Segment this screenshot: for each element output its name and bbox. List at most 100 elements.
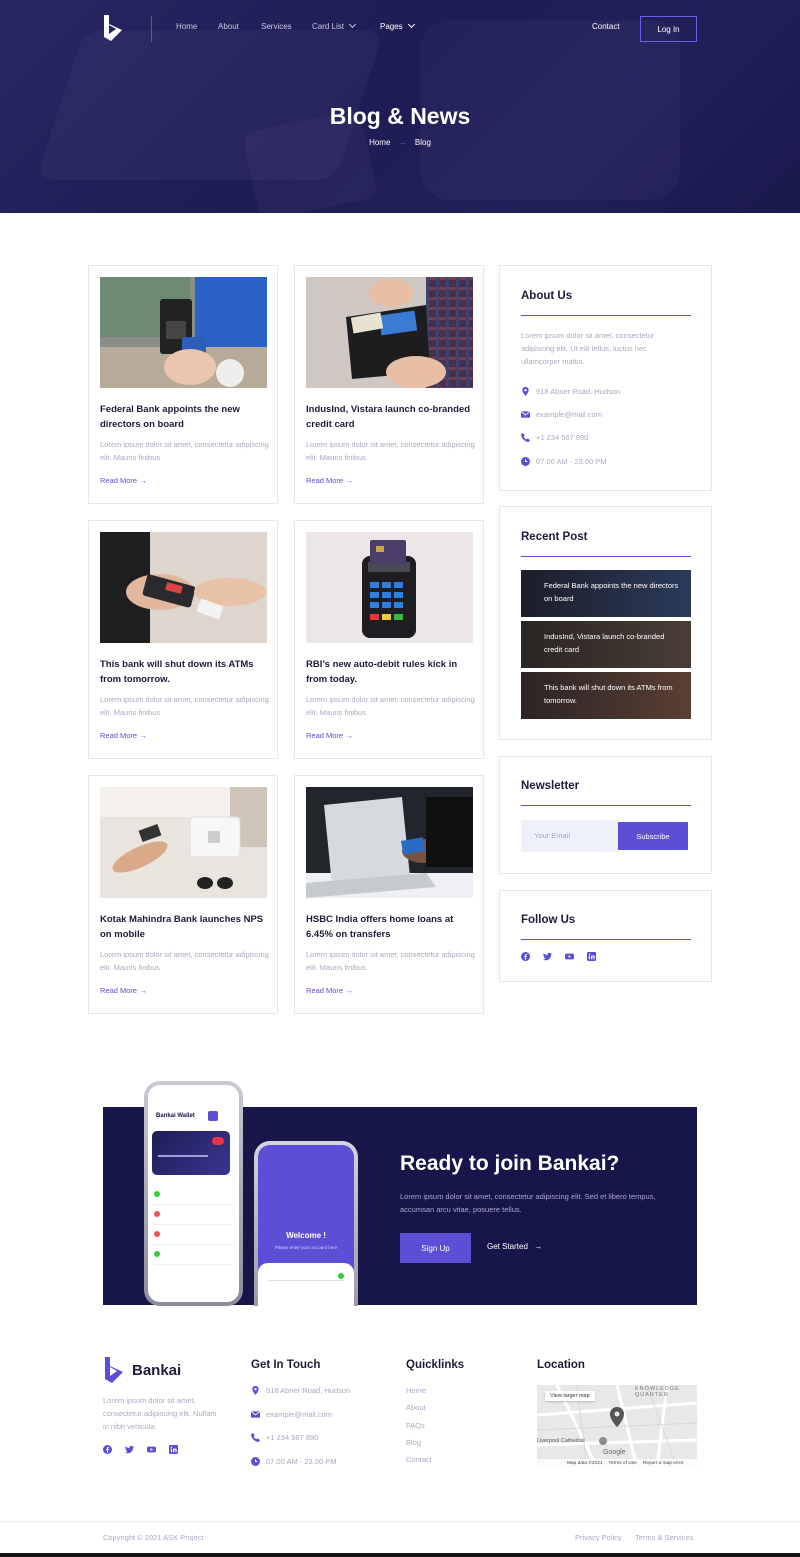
nav-home[interactable]: Home [176,22,197,31]
location-map[interactable]: View larger map KNOWLEDGE QUARTER Liverp… [537,1385,697,1468]
breadcrumb-home[interactable]: Home [369,138,390,147]
map-terms-link[interactable]: Terms of Use [609,1461,637,1466]
phone-mockup-wallet: Bankai Wallet [144,1081,243,1306]
phone-form-panel [258,1263,354,1306]
cta-text: Lorem ipsum dolor sit amet, consectetur … [400,1192,656,1214]
linkedin-icon[interactable] [587,952,596,961]
post-excerpt: Lorem ipsum dolor sit amet, consectetur … [306,950,475,972]
map-attribution: Map data ©2021 Terms of Use Report a map… [537,1459,697,1468]
terms-services-link[interactable]: Terms & Services [635,1533,693,1542]
nav-card-list[interactable]: Card List [312,20,357,31]
nav-about[interactable]: About [218,22,239,31]
breadcrumb-current: Blog [414,138,431,147]
post-image[interactable] [306,532,473,643]
subscribe-button[interactable]: Subscribe [618,822,688,850]
follow-title: Follow Us [521,914,576,926]
read-more-link[interactable]: Read More → [306,986,353,995]
arrow-right-icon: → [345,476,353,485]
arrow-right-icon: → [139,731,147,740]
post-title[interactable]: IndusInd, Vistara launch co-branded cred… [306,402,476,432]
title-underline [521,315,691,316]
newsletter-email-input[interactable]: Your Email [521,820,618,852]
post-title[interactable]: Kotak Mahindra Bank launches NPS on mobi… [100,912,270,942]
post-image[interactable] [100,532,267,643]
post-image[interactable] [100,787,267,898]
location-pin-icon [522,387,529,396]
newsletter-title: Newsletter [521,780,580,792]
quicklink-contact[interactable]: Contact [406,1455,432,1464]
quicklink-faqs[interactable]: FAQs [406,1421,425,1430]
map-report-link[interactable]: Report a map error [643,1461,684,1466]
post-title[interactable]: This bank will shut down its ATMs from t… [100,657,270,687]
title-underline [521,556,691,557]
post-excerpt: Lorem ipsum dolor sit amet, consectetur … [100,950,269,972]
post-image[interactable] [306,787,473,898]
logo-icon[interactable] [102,15,126,41]
facebook-icon[interactable] [103,1445,112,1454]
blog-card[interactable]: RBI’s new auto-debit rules kick in from … [294,520,484,759]
about-email[interactable]: example@mail.com [521,410,602,419]
quicklink-blog[interactable]: Blog [406,1438,421,1447]
blog-card[interactable]: Kotak Mahindra Bank launches NPS on mobi… [88,775,278,1014]
nav-divider [151,16,152,42]
read-more-link[interactable]: Read More → [100,731,147,740]
location-title: Location [537,1359,585,1371]
footer-logo-icon[interactable] [103,1357,127,1383]
twitter-icon[interactable] [125,1445,134,1454]
recent-title: Recent Post [521,531,588,543]
nav-pages[interactable]: Pages [380,20,415,31]
quicklink-about[interactable]: About [406,1403,426,1412]
phone-mockup-welcome: Welcome ! Please enter your account here [254,1141,358,1306]
arrow-right-icon: → [398,138,407,147]
footer-email[interactable]: example@mail.com [251,1410,332,1419]
read-more-link[interactable]: Read More → [100,986,147,995]
quicklink-home[interactable]: Home [406,1386,426,1395]
recent-post-item[interactable]: This bank will shut down its ATMs from t… [521,672,691,719]
youtube-icon[interactable] [565,952,574,961]
view-larger-map-link[interactable]: View larger map [545,1391,595,1401]
arrow-right-icon: → [139,476,147,485]
blog-card[interactable]: IndusInd, Vistara launch co-branded cred… [294,265,484,504]
facebook-icon[interactable] [521,952,530,961]
read-more-link[interactable]: Read More → [100,476,147,485]
linkedin-icon[interactable] [169,1445,178,1454]
sign-up-button[interactable]: Sign Up [400,1233,471,1263]
blog-card[interactable]: HSBC India offers home loans at 6.45% on… [294,775,484,1014]
phone-welcome-text: Welcome ! [286,1231,326,1240]
post-image[interactable] [100,277,267,388]
post-title[interactable]: HSBC India offers home loans at 6.45% on… [306,912,476,942]
mail-icon [521,410,530,418]
nav-services[interactable]: Services [261,22,292,31]
footer-divider [0,1521,800,1522]
post-title[interactable]: Federal Bank appoints the new directors … [100,402,270,432]
read-more-link[interactable]: Read More → [306,476,353,485]
twitter-icon[interactable] [543,952,552,961]
phone-transaction-list [154,1185,232,1295]
recent-post-widget: Recent Post Federal Bank appoints the ne… [499,506,712,740]
youtube-icon[interactable] [147,1445,156,1454]
login-button[interactable]: Log In [640,16,697,42]
post-excerpt: Lorem ipsum dolor sit amet, consectetur … [100,440,269,462]
nav-contact[interactable]: Contact [592,22,620,31]
phone-screen: Welcome ! Please enter your account here [258,1145,354,1306]
clock-icon [521,457,530,466]
read-more-link[interactable]: Read More → [306,731,353,740]
breadcrumb: Home → Blog [0,138,800,147]
post-image[interactable] [306,277,473,388]
phone-welcome-sub: Please enter your account here [274,1245,338,1250]
blog-card[interactable]: This bank will shut down its ATMs from t… [88,520,278,759]
footer-email-text: example@mail.com [266,1410,332,1419]
privacy-policy-link[interactable]: Privacy Policy [575,1533,622,1542]
recent-post-text: Federal Bank appoints the new directors … [544,581,679,603]
phone-app-logo [208,1111,218,1121]
footer-phone-text: +1 234 567 890 [266,1433,319,1442]
recent-post-item[interactable]: IndusInd, Vistara launch co-branded cred… [521,621,691,668]
blog-card[interactable]: Federal Bank appoints the new directors … [88,265,278,504]
recent-post-item[interactable]: Federal Bank appoints the new directors … [521,570,691,617]
phone-card-graphic [152,1131,230,1175]
footer-phone[interactable]: +1 234 567 890 [251,1433,318,1442]
phone-text: +1 234 567 890 [536,433,589,442]
get-started-link[interactable]: Get Started → [487,1242,542,1251]
about-phone[interactable]: +1 234 567 890 [521,433,588,442]
post-title[interactable]: RBI’s new auto-debit rules kick in from … [306,657,476,687]
